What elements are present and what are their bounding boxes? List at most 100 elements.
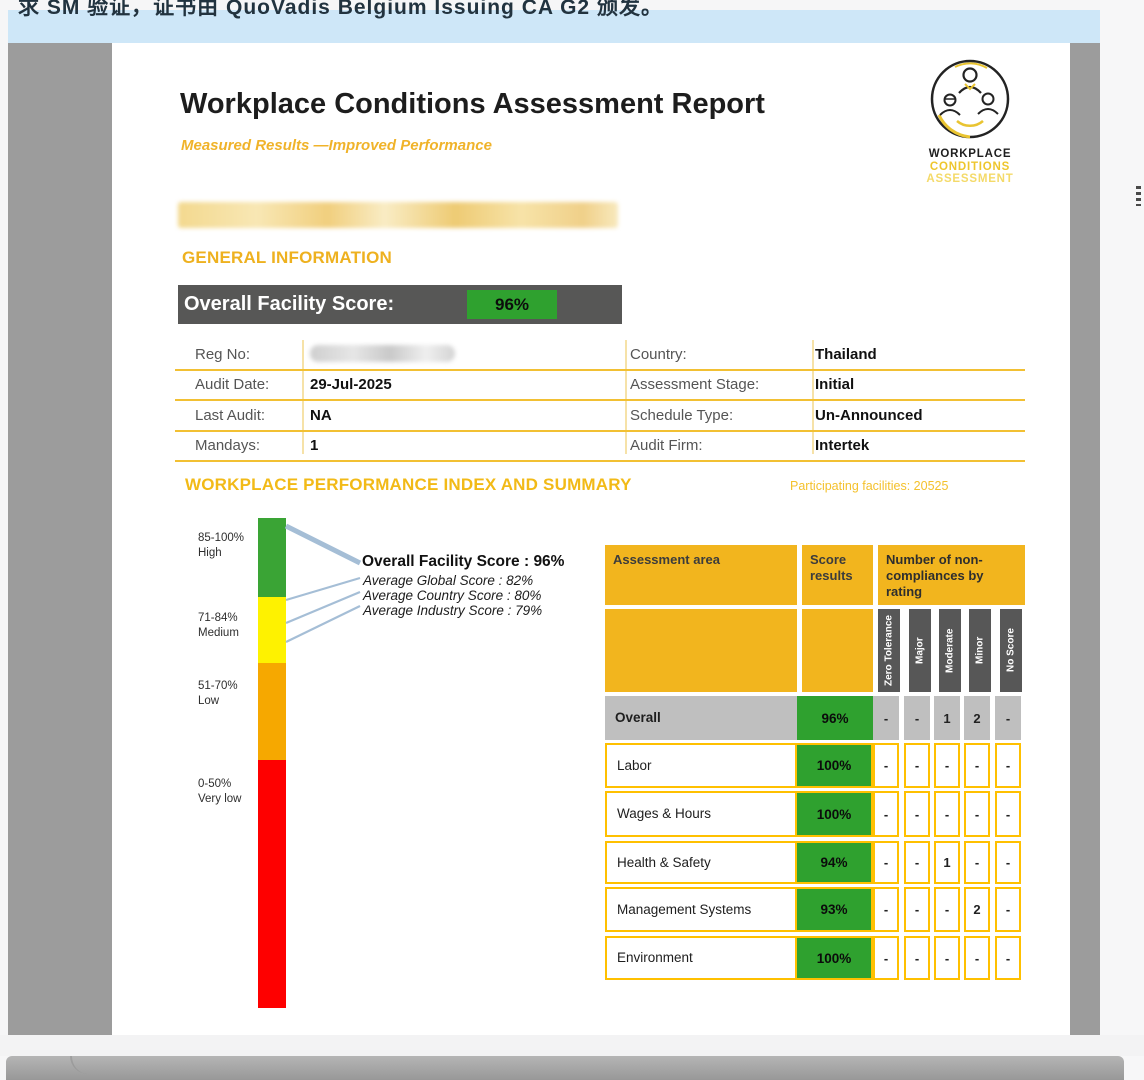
- nc-value: -: [964, 936, 990, 980]
- row-score: 100%: [797, 743, 873, 788]
- info-label: Schedule Type:: [630, 401, 733, 430]
- nc-value: 2: [964, 887, 990, 932]
- general-info-table: Reg No: Country: Thailand Audit Date: 29…: [175, 340, 1025, 454]
- nc-value: -: [934, 936, 960, 980]
- redacted-company-name: [178, 202, 618, 228]
- row-score: 100%: [797, 936, 873, 980]
- nc-value: -: [995, 743, 1021, 788]
- nc-value: -: [904, 696, 930, 740]
- nc-header-minor: Minor: [969, 609, 991, 692]
- row-label: Environment: [605, 936, 797, 980]
- table-row-overall: Overall 96% - - 1 2 -: [605, 696, 1025, 740]
- row-label: Wages & Hours: [605, 791, 797, 837]
- info-value: 1: [310, 432, 318, 461]
- wca-logo-icon: [925, 55, 1015, 143]
- gauge-band-low: [258, 663, 286, 760]
- column-header-score-results: Score results: [802, 545, 873, 605]
- info-label: Country:: [630, 340, 687, 369]
- nc-header-major: Major: [909, 609, 931, 692]
- gauge-range: 71-84%: [198, 611, 258, 626]
- table-row-environment: Environment 100% - - - - -: [605, 936, 1025, 980]
- nc-value: -: [964, 841, 990, 884]
- info-value: 29-Jul-2025: [310, 371, 392, 400]
- row-label: Health & Safety: [605, 841, 797, 884]
- column-header-assessment-area: Assessment area: [605, 545, 797, 605]
- nc-header-no-score: No Score: [1000, 609, 1022, 692]
- nc-value: -: [934, 743, 960, 788]
- table-row-management-systems: Management Systems 93% - - - 2 -: [605, 887, 1025, 932]
- nc-header-zero-tolerance: Zero Tolerance: [878, 609, 900, 692]
- certificate-banner-text: 求 SM 验证，证书由 QuoVadis Belgium Issuing CA …: [18, 0, 663, 21]
- gauge-band-medium: [258, 597, 286, 663]
- viewer-left-margin: [8, 43, 112, 1035]
- info-label: Audit Date:: [195, 371, 269, 400]
- annotation-global-score: Average Global Score : 82%: [363, 573, 533, 588]
- summary-table: Assessment area Score results Number of …: [605, 545, 1025, 981]
- header-spacer-cell: [802, 609, 873, 692]
- nc-value: -: [934, 791, 960, 837]
- gauge-band-very-low: [258, 760, 286, 1008]
- gauge-range: 85-100%: [198, 531, 258, 546]
- gauge-range-name: Medium: [198, 626, 258, 641]
- nc-value: -: [995, 696, 1021, 740]
- gauge-range-name: Low: [198, 694, 258, 709]
- info-label: Assessment Stage:: [630, 371, 759, 400]
- nc-value: -: [995, 887, 1021, 932]
- nc-value: -: [873, 696, 899, 740]
- window-bottom-bar: [6, 1056, 1124, 1080]
- row-score: 100%: [797, 791, 873, 837]
- row-score: 96%: [797, 696, 873, 740]
- redacted-reg-no: [310, 345, 455, 362]
- info-value: Initial: [815, 371, 854, 400]
- logo-text-assessment: ASSESSMENT: [922, 173, 1018, 186]
- section-wpi-summary: WORKPLACE PERFORMANCE INDEX AND SUMMARY: [185, 475, 632, 495]
- nc-value: 1: [934, 841, 960, 884]
- info-value: Un-Announced: [815, 401, 922, 430]
- nc-header-moderate: Moderate: [939, 609, 961, 692]
- viewer-bottom-strip: [0, 1035, 1144, 1056]
- document-viewer: 求 SM 验证，证书由 QuoVadis Belgium Issuing CA …: [0, 0, 1144, 1080]
- table-row-wages-hours: Wages & Hours 100% - - - - -: [605, 791, 1025, 837]
- header-spacer-cell: [605, 609, 797, 692]
- nc-value: -: [934, 887, 960, 932]
- table-row: Mandays: 1 Audit Firm: Intertek: [175, 432, 1025, 463]
- gauge-band-high: [258, 518, 286, 597]
- scrollbar-mark[interactable]: [1136, 186, 1141, 206]
- logo-text-conditions: CONDITIONS: [922, 161, 1018, 174]
- nc-value: -: [873, 791, 899, 837]
- gauge-range: 0-50%: [198, 777, 258, 792]
- viewer-right-margin: [1070, 43, 1100, 1035]
- annotation-overall-score: Overall Facility Score : 96%: [362, 553, 564, 571]
- viewer-right-gutter: [1100, 0, 1144, 1080]
- info-label: Mandays:: [195, 432, 260, 461]
- nc-value: -: [995, 791, 1021, 837]
- logo-text-workplace: WORKPLACE: [922, 148, 1018, 161]
- table-row-health-safety: Health & Safety 94% - - 1 - -: [605, 841, 1025, 884]
- gauge-label-low: 51-70% Low: [198, 679, 258, 709]
- nc-value: 1: [934, 696, 960, 740]
- row-score: 93%: [797, 887, 873, 932]
- info-label: Last Audit:: [195, 401, 265, 430]
- info-label: Reg No:: [195, 340, 250, 369]
- nc-value: -: [964, 743, 990, 788]
- nc-value: 2: [964, 696, 990, 740]
- gauge-connector-lines: [284, 518, 368, 648]
- row-score: 94%: [797, 841, 873, 884]
- table-row: Reg No: Country: Thailand: [175, 340, 1025, 371]
- row-label: Overall: [605, 696, 797, 740]
- gauge-range-name: High: [198, 546, 258, 561]
- participating-facilities: Participating facilities: 20525: [790, 479, 948, 493]
- wca-logo: WORKPLACE CONDITIONS ASSESSMENT: [922, 55, 1018, 186]
- page-title: Workplace Conditions Assessment Report: [180, 88, 765, 121]
- info-value: Intertek: [815, 432, 869, 461]
- gauge-label-medium: 71-84% Medium: [198, 611, 258, 641]
- overall-score-value: 96%: [467, 290, 557, 319]
- table-row: Audit Date: 29-Jul-2025 Assessment Stage…: [175, 371, 1025, 402]
- info-label: Audit Firm:: [630, 432, 703, 461]
- table-row-labor: Labor 100% - - - - -: [605, 743, 1025, 788]
- overall-score-label: Overall Facility Score:: [178, 293, 394, 316]
- annotation-country-score: Average Country Score : 80%: [363, 588, 541, 603]
- nc-value: -: [995, 936, 1021, 980]
- nc-value: -: [904, 936, 930, 980]
- gauge-range: 51-70%: [198, 679, 258, 694]
